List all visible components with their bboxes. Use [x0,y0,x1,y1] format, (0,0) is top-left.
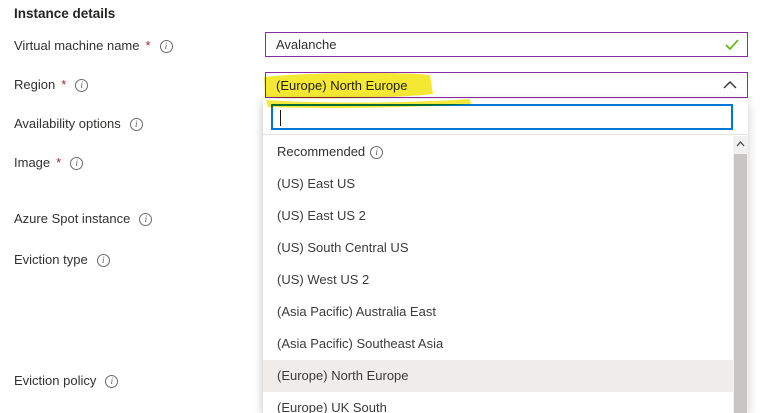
label-region: Region * i [14,76,88,94]
required-asterisk: * [56,154,61,172]
scrollbar-thumb[interactable] [734,154,747,413]
info-icon[interactable]: i [75,79,88,92]
option-southeast-asia[interactable]: (Asia Pacific) Southeast Asia [263,328,733,360]
label-text: Image [14,154,50,172]
label-image: Image * i [14,154,83,172]
label-text: Eviction type [14,251,88,269]
info-icon[interactable]: i [160,40,173,53]
region-options-list: Recommended i (US) East US (US) East US … [263,136,733,413]
group-header-text: Recommended [277,136,365,168]
required-asterisk: * [61,76,66,94]
text-caret [280,110,281,126]
label-virtual-machine-name: Virtual machine name * i [14,37,173,55]
scroll-up-arrow-icon [736,141,745,147]
label-eviction-policy: Eviction policy i [14,372,118,390]
info-icon[interactable]: i [130,118,143,131]
label-azure-spot-instance: Azure Spot instance i [14,210,152,228]
label-text: Region [14,76,55,94]
option-south-central-us[interactable]: (US) South Central US [263,232,733,264]
info-icon[interactable]: i [70,157,83,170]
required-asterisk: * [146,37,151,55]
dropdown-search-field [271,104,733,130]
option-north-europe[interactable]: (Europe) North Europe [263,360,733,392]
option-australia-east[interactable]: (Asia Pacific) Australia East [263,296,733,328]
label-eviction-type: Eviction type i [14,251,110,269]
info-icon[interactable]: i [105,375,118,388]
label-text: Virtual machine name [14,37,140,55]
dropdown-scrollbar[interactable] [733,136,748,413]
region-combobox[interactable]: (Europe) North Europe [265,72,748,98]
label-text: Eviction policy [14,372,96,390]
region-selected-value: (Europe) North Europe [266,78,408,93]
option-east-us[interactable]: (US) East US [263,168,733,200]
vm-name-field [265,32,748,57]
info-icon[interactable]: i [139,213,152,226]
info-icon[interactable]: i [97,254,110,267]
scrollbar-up-button[interactable] [733,136,748,152]
option-uk-south[interactable]: (Europe) UK South [263,392,733,413]
option-group-header: Recommended i [263,136,733,168]
valid-checkmark-icon [725,39,739,50]
option-east-us-2[interactable]: (US) East US 2 [263,200,733,232]
chevron-up-icon[interactable] [723,81,737,89]
dropdown-search-input[interactable] [273,106,731,128]
option-west-us-2[interactable]: (US) West US 2 [263,264,733,296]
region-dropdown-panel: Recommended i (US) East US (US) East US … [263,99,748,413]
label-text: Availability options [14,115,121,133]
section-title: Instance details [14,6,115,21]
vm-name-input[interactable] [266,33,725,56]
divider [263,134,748,135]
info-icon[interactable]: i [370,146,383,159]
label-text: Azure Spot instance [14,210,130,228]
label-availability-options: Availability options i [14,115,143,133]
